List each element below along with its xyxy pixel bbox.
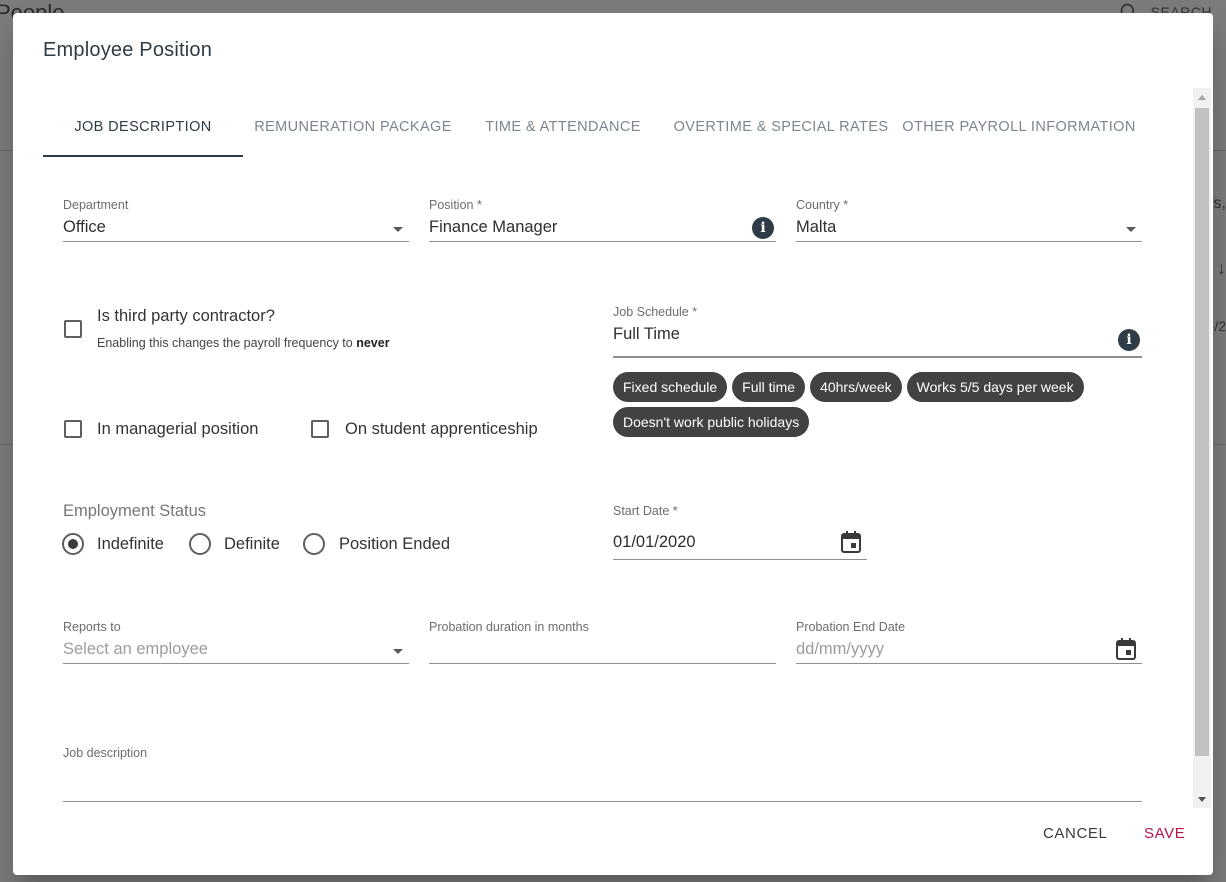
scrollbar-thumb[interactable]: [1195, 108, 1209, 756]
schedule-chip: Full time: [732, 372, 806, 402]
dropdown-arrow-icon: [1126, 227, 1136, 232]
third-party-checkbox[interactable]: [64, 320, 82, 338]
background-sort-arrow-icon: ↓: [1217, 258, 1226, 278]
job-schedule-field[interactable]: Job Schedule * Full Time i: [613, 305, 1142, 359]
probation-end-date-placeholder: dd/mm/yyyy: [796, 640, 885, 658]
job-schedule-label: Job Schedule *: [613, 305, 698, 319]
department-value-text: Office: [63, 218, 106, 236]
radio-position-ended-label: Position Ended: [339, 535, 450, 553]
country-value-text: Malta: [796, 218, 837, 236]
background-text-fragment: /2: [1214, 318, 1226, 334]
job-description-label: Job description: [63, 746, 148, 760]
third-party-hint-text: Enabling this changes the payroll freque…: [97, 336, 357, 350]
probation-duration-input[interactable]: [429, 640, 776, 664]
tab-remuneration-package[interactable]: REMUNERATION PACKAGE: [243, 97, 463, 157]
schedule-chip: Fixed schedule: [613, 372, 728, 402]
info-icon[interactable]: i: [752, 217, 774, 239]
position-label: Position *: [429, 198, 482, 212]
country-select[interactable]: Country * Malta: [796, 198, 1142, 248]
radio-definite[interactable]: [189, 533, 211, 555]
managerial-checkbox[interactable]: [64, 420, 82, 438]
country-value[interactable]: Malta: [796, 218, 1142, 242]
scroll-down-arrow-icon[interactable]: [1193, 790, 1211, 808]
radio-position-ended[interactable]: [303, 533, 325, 555]
position-value[interactable]: Finance Manager i: [429, 217, 776, 242]
probation-duration-label: Probation duration in months: [429, 620, 589, 634]
probation-end-date-input[interactable]: dd/mm/yyyy: [796, 638, 1142, 664]
department-select[interactable]: Department Office: [63, 198, 409, 248]
start-date-label: Start Date *: [613, 504, 678, 518]
schedule-chip: 40hrs/week: [810, 372, 902, 402]
info-icon[interactable]: i: [1118, 329, 1140, 351]
reports-to-placeholder: Select an employee: [63, 640, 208, 658]
employee-position-dialog: Employee Position JOB DESCRIPTION REMUNE…: [13, 13, 1213, 875]
schedule-chip: Works 5/5 days per week: [906, 372, 1084, 402]
dialog-scrollbar[interactable]: [1193, 88, 1211, 808]
apprenticeship-checkbox[interactable]: [311, 420, 329, 438]
reports-to-value[interactable]: Select an employee: [63, 640, 409, 664]
tab-bar: JOB DESCRIPTION REMUNERATION PACKAGE TIM…: [43, 97, 1139, 157]
job-description-field[interactable]: Job description: [63, 746, 1142, 802]
start-date-value-text: 01/01/2020: [613, 533, 696, 551]
dropdown-arrow-icon: [393, 649, 403, 654]
position-value-text: Finance Manager: [429, 218, 558, 236]
position-field[interactable]: Position * Finance Manager i: [429, 198, 776, 248]
dropdown-arrow-icon: [393, 227, 403, 232]
tab-overtime-special-rates[interactable]: OVERTIME & SPECIAL RATES: [663, 97, 899, 157]
department-label: Department: [63, 198, 129, 212]
probation-end-date-field[interactable]: Probation End Date dd/mm/yyyy: [796, 620, 1142, 670]
schedule-chip: Doesn't work public holidays: [613, 407, 810, 437]
job-schedule-value[interactable]: Full Time i: [613, 325, 1142, 358]
scroll-up-arrow-icon[interactable]: [1193, 88, 1211, 106]
employment-status-label: Employment Status: [63, 502, 207, 520]
probation-end-date-label: Probation End Date: [796, 620, 906, 634]
job-description-input[interactable]: [63, 768, 1142, 802]
country-label: Country *: [796, 198, 849, 212]
reports-to-select[interactable]: Reports to Select an employee: [63, 620, 409, 670]
radio-indefinite[interactable]: [62, 533, 84, 555]
job-schedule-value-text: Full Time: [613, 325, 680, 343]
start-date-value[interactable]: 01/01/2020: [613, 526, 867, 560]
radio-indefinite-label: Indefinite: [97, 535, 164, 553]
save-button[interactable]: SAVE: [1144, 825, 1185, 842]
reports-to-label: Reports to: [63, 620, 121, 634]
calendar-icon[interactable]: [841, 531, 861, 553]
third-party-label: Is third party contractor?: [97, 307, 275, 325]
tab-job-description[interactable]: JOB DESCRIPTION: [43, 97, 243, 157]
probation-duration-field[interactable]: Probation duration in months: [429, 620, 776, 670]
radio-definite-label: Definite: [224, 535, 280, 553]
job-schedule-chips: Fixed schedule Full time 40hrs/week Work…: [613, 372, 1153, 437]
third-party-hint: Enabling this changes the payroll freque…: [97, 336, 390, 350]
managerial-label: In managerial position: [97, 420, 259, 438]
dialog-title: Employee Position: [43, 39, 213, 61]
cancel-button[interactable]: CANCEL: [1043, 825, 1107, 842]
third-party-hint-bold: never: [356, 336, 390, 350]
calendar-icon[interactable]: [1116, 638, 1136, 660]
department-value[interactable]: Office: [63, 218, 409, 242]
tab-other-payroll-information[interactable]: OTHER PAYROLL INFORMATION: [899, 97, 1139, 157]
start-date-field[interactable]: Start Date * 01/01/2020: [613, 504, 867, 560]
tab-time-attendance[interactable]: TIME & ATTENDANCE: [463, 97, 663, 157]
apprenticeship-label: On student apprenticeship: [345, 420, 538, 438]
